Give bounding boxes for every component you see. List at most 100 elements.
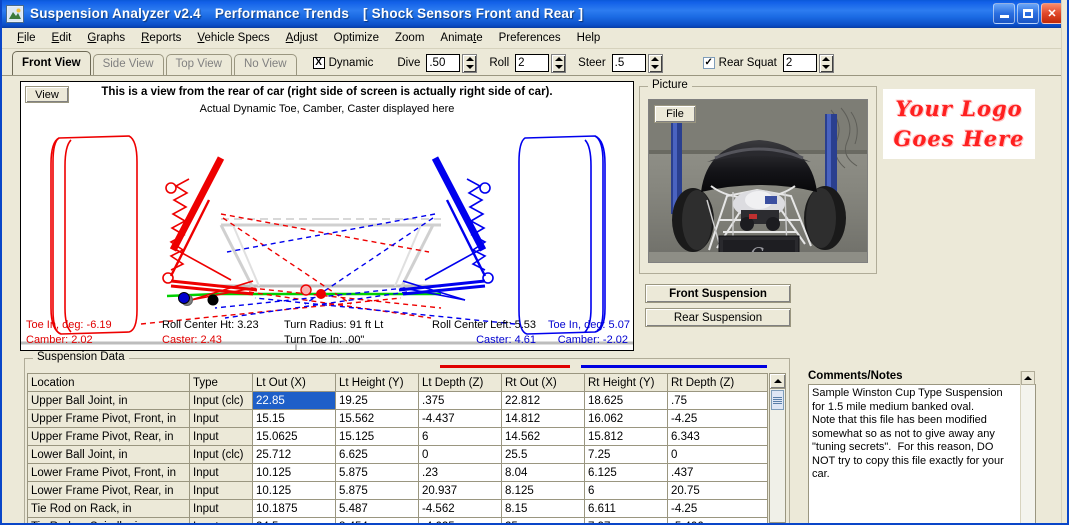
table-header-cell[interactable]: Rt Depth (Z) (667, 373, 768, 392)
comments-textarea[interactable]: Sample Winston Cup Type Suspension for 1… (808, 384, 1036, 523)
table-cell[interactable]: 15.15 (252, 409, 336, 428)
table-header-cell[interactable]: Rt Out (X) (501, 373, 585, 392)
table-cell[interactable]: -5.406 (667, 517, 768, 523)
dive-spin-buttons[interactable] (462, 53, 478, 73)
table-cell[interactable]: -4.437 (418, 409, 502, 428)
menu-item-edit[interactable]: Edit (44, 30, 80, 46)
table-cell[interactable]: 7.25 (584, 445, 668, 464)
table-cell[interactable]: 6 (584, 481, 668, 500)
table-cell[interactable]: Tie Rod on Rack, in (27, 499, 190, 518)
table-cell[interactable]: 0 (418, 445, 502, 464)
table-cell[interactable]: .75 (667, 391, 768, 410)
table-cell[interactable]: 8.04 (501, 463, 585, 482)
table-cell[interactable]: Tie Rod on Spindle, in (27, 517, 190, 523)
rear-squat-input[interactable]: 2 (782, 54, 817, 72)
table-cell[interactable]: Lower Ball Joint, in (27, 445, 190, 464)
tab-side-view[interactable]: Side View (92, 54, 164, 75)
table-cell[interactable]: 19.25 (335, 391, 419, 410)
table-cell[interactable]: 8.454 (335, 517, 419, 523)
rear-squat-spin-buttons[interactable] (818, 53, 834, 73)
table-cell[interactable]: 14.812 (501, 409, 585, 428)
table-cell[interactable]: 10.1875 (252, 499, 336, 518)
menu-item-optimize[interactable]: Optimize (326, 30, 387, 46)
table-cell[interactable]: 22.812 (501, 391, 585, 410)
table-cell[interactable]: 24.5 (252, 517, 336, 523)
table-cell[interactable]: 16.062 (584, 409, 668, 428)
steer-spin-down-icon[interactable] (651, 65, 660, 70)
table-scrollbar[interactable] (769, 373, 786, 523)
table-cell[interactable]: 18.625 (584, 391, 668, 410)
rear-squat-checkbox[interactable]: ✓ (702, 57, 715, 69)
table-cell[interactable]: 0 (667, 445, 768, 464)
table-cell[interactable]: Lower Frame Pivot, Front, in (27, 463, 190, 482)
steer-spin-buttons[interactable] (647, 53, 663, 73)
minimize-icon[interactable] (993, 3, 1015, 24)
table-cell[interactable]: .375 (418, 391, 502, 410)
table-row[interactable]: Upper Frame Pivot, Front, in Input 15.15 15… (27, 409, 768, 428)
rear-squat-spin-down-icon[interactable] (822, 65, 831, 70)
table-cell[interactable]: Input (189, 481, 253, 500)
table-cell[interactable]: Upper Frame Pivot, Rear, in (27, 427, 190, 446)
table-cell[interactable]: 5.487 (335, 499, 419, 518)
table-cell[interactable]: Input (189, 517, 253, 523)
table-cell[interactable]: 25.5 (501, 445, 585, 464)
menu-item-preferences[interactable]: Preferences (491, 30, 569, 46)
menu-item-animate[interactable]: Animate (432, 30, 490, 46)
dynamic-checkbox[interactable]: X (312, 57, 325, 69)
table-cell[interactable]: Upper Frame Pivot, Front, in (27, 409, 190, 428)
table-cell[interactable]: 15.0625 (252, 427, 336, 446)
table-header-cell[interactable]: Lt Height (Y) (335, 373, 419, 392)
table-cell[interactable]: 6 (418, 427, 502, 446)
roll-input[interactable]: 2 (515, 54, 550, 72)
dive-spin-down-icon[interactable] (465, 65, 474, 70)
menu-item-adjust[interactable]: Adjust (278, 30, 326, 46)
table-header-cell[interactable]: Lt Out (X) (252, 373, 336, 392)
table-cell[interactable]: 5.875 (335, 481, 419, 500)
table-cell[interactable]: Lower Frame Pivot, Rear, in (27, 481, 190, 500)
table-cell[interactable]: Input (189, 409, 253, 428)
tab-top-view[interactable]: Top View (165, 54, 232, 75)
table-row[interactable]: Tie Rod on Spindle, inInput24.58.454-4.6… (27, 517, 768, 523)
rear-squat-spin-up-icon[interactable] (822, 56, 831, 61)
dive-input[interactable]: .50 (426, 54, 461, 72)
table-header-cell[interactable]: Location (27, 373, 190, 392)
steer-input[interactable]: .5 (611, 54, 646, 72)
table-cell[interactable]: Upper Ball Joint, in (27, 391, 190, 410)
maximize-icon[interactable] (1017, 3, 1039, 24)
table-cell[interactable]: 6.125 (584, 463, 668, 482)
close-icon[interactable]: ✕ (1041, 3, 1063, 24)
tab-no-view[interactable]: No View (233, 54, 297, 75)
table-row[interactable]: Tie Rod on Rack, in Input 10.1875 5.487 -4.5… (27, 499, 768, 518)
comments-scroll-up-icon[interactable] (1021, 371, 1035, 385)
picture-file-button[interactable]: File (654, 105, 696, 123)
menu-item-help[interactable]: Help (569, 30, 609, 46)
table-cell[interactable]: 8.125 (501, 481, 585, 500)
table-row[interactable]: Lower Ball Joint, in Input (clc) 25.712 6.6… (27, 445, 768, 464)
picture-box[interactable]: C (648, 99, 868, 263)
table-cell[interactable]: .23 (418, 463, 502, 482)
table-cell[interactable]: Input (189, 499, 253, 518)
dive-spin-up-icon[interactable] (465, 56, 474, 61)
scroll-up-icon[interactable] (770, 374, 785, 389)
table-cell[interactable]: 25.712 (252, 445, 336, 464)
table-cell[interactable]: 6.611 (584, 499, 668, 518)
table-cell[interactable]: 6.625 (335, 445, 419, 464)
comments-scrollbar[interactable] (1020, 371, 1035, 523)
table-cell[interactable]: 15.125 (335, 427, 419, 446)
table-cell[interactable]: 10.125 (252, 463, 336, 482)
menu-item-file[interactable]: File (9, 30, 44, 46)
table-cell[interactable]: 5.875 (335, 463, 419, 482)
table-cell[interactable]: Input (189, 427, 253, 446)
table-cell[interactable]: -4.25 (667, 499, 768, 518)
menu-item-zoom[interactable]: Zoom (387, 30, 432, 46)
scrollbar-thumb[interactable] (771, 390, 784, 410)
table-cell[interactable]: 6.343 (667, 427, 768, 446)
dive-stepper[interactable]: .50 (426, 53, 478, 73)
menu-item-vehicle-specs[interactable]: Vehicle Specs (189, 30, 277, 46)
table-cell[interactable]: 22.85 (252, 391, 336, 410)
table-row[interactable]: Upper Frame Pivot, Rear, in Input 15.0625 1… (27, 427, 768, 446)
roll-spin-down-icon[interactable] (554, 65, 563, 70)
menu-item-reports[interactable]: Reports (133, 30, 189, 46)
table-cell[interactable]: -4.625 (418, 517, 502, 523)
tab-front-view[interactable]: Front View (12, 51, 91, 75)
